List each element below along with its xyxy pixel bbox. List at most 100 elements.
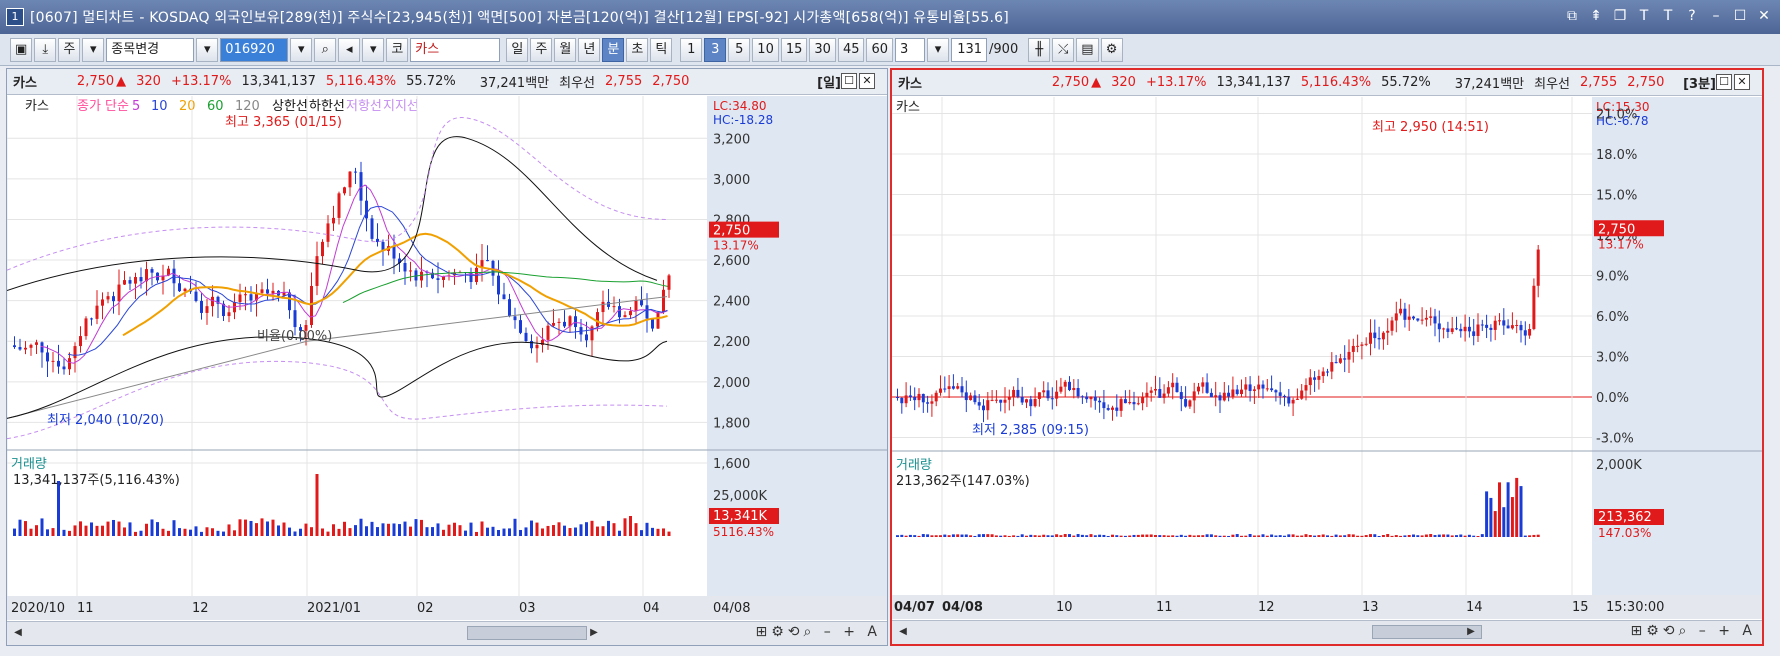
volume-bar [969, 535, 973, 537]
text-size-icon[interactable]: T [1634, 6, 1654, 26]
volume-bar [1205, 534, 1209, 537]
candle-body [18, 347, 22, 350]
stock-change-dropdown-icon[interactable]: ▾ [196, 37, 219, 62]
search-icon[interactable]: ⌕ [314, 37, 337, 62]
interval-tab-3[interactable]: 10 [752, 37, 779, 62]
close-icon[interactable]: ✕ [1754, 6, 1774, 26]
volume-bar [200, 531, 203, 536]
stock-code-input[interactable]: 016920 [220, 37, 289, 62]
volume-bar [1300, 535, 1304, 537]
maximize-panel-icon[interactable]: ☐ [1716, 74, 1732, 90]
candle-body [629, 311, 632, 316]
chart-type-icon[interactable]: ╫ [1028, 37, 1051, 62]
volume-bar [1115, 535, 1119, 537]
interval-tab-0[interactable]: 1 [680, 37, 703, 62]
volume-title: 거래량 [896, 458, 932, 473]
period-tab-0[interactable]: 일 [506, 37, 529, 62]
period-tab-2[interactable]: 월 [554, 37, 577, 62]
volume-bar [1154, 535, 1157, 537]
minute-scrollbar[interactable]: ◀ ▶ ⊞⚙⟲⌕ – + A [892, 620, 1762, 644]
candle-body [134, 277, 137, 284]
period-tab-3[interactable]: 년 [578, 37, 601, 62]
interval-tab-4[interactable]: 15 [780, 37, 808, 62]
tools-icon[interactable]: ⤯ [1052, 37, 1075, 62]
volume-bar [1381, 534, 1385, 537]
market-dropdown-icon[interactable]: ▾ [82, 37, 105, 62]
candle-body [1218, 395, 1222, 401]
save-icon[interactable]: ▤ [1076, 37, 1099, 62]
layout-icon[interactable]: ▣ [10, 37, 33, 62]
period-tab-4[interactable]: 분 [602, 37, 625, 62]
period-tab-5[interactable]: 초 [626, 37, 649, 62]
link-icon[interactable]: ⧉ [1562, 6, 1582, 26]
daily-chart-canvas[interactable]: 카스 종가 단순 5 10 20 60 120 상한선 하한선 저항선 지지선 LC:34.80HC:… [7, 96, 887, 622]
scroll-right-icon[interactable]: ▶ [587, 626, 601, 640]
interval-input[interactable]: 3 [895, 37, 926, 62]
market-select[interactable]: 주 [58, 37, 81, 62]
next-stock-icon[interactable]: ▾ [362, 37, 385, 62]
interval-dropdown-icon[interactable]: ▾ [927, 37, 950, 62]
volume-bar [1278, 535, 1282, 537]
stock-name-field[interactable]: 카스 [410, 37, 501, 62]
candle-body [917, 393, 921, 401]
interval-tab-2[interactable]: 5 [728, 37, 751, 62]
scroll-left-icon[interactable]: ◀ [896, 625, 910, 639]
prev-stock-icon[interactable]: ◂ [338, 37, 361, 62]
candle-body [321, 241, 324, 257]
candle-body [315, 256, 319, 286]
cascade-icon[interactable]: ❐ [1610, 6, 1630, 26]
candle-body [1394, 313, 1398, 321]
count-input[interactable]: 131 [951, 37, 988, 62]
volume-bar [618, 530, 621, 536]
scroll-left-icon[interactable]: ◀ [11, 626, 25, 640]
text-icon[interactable]: T [1658, 6, 1678, 26]
stock-change-select[interactable]: 종목변경 [106, 37, 195, 62]
volume-bar [982, 534, 985, 537]
scroll-right-icon[interactable]: ▶ [1464, 625, 1478, 639]
legend-tag: 카스 [896, 100, 920, 115]
candle-body [1403, 308, 1407, 320]
period-tab-1[interactable]: 주 [530, 37, 553, 62]
candle-body [46, 352, 49, 362]
chart-tools[interactable]: ⊞⚙⟲⌕ – + A [1630, 623, 1756, 639]
period-label[interactable]: [일] [817, 72, 841, 91]
chart-tools[interactable]: ⊞⚙⟲⌕ – + A [755, 624, 881, 640]
candle-body [552, 322, 555, 326]
period-label[interactable]: [3분] [1683, 73, 1716, 92]
close-panel-icon[interactable]: ✕ [859, 73, 875, 89]
candle-body [1016, 389, 1020, 397]
price-change: 320 [136, 74, 161, 89]
maximize-panel-icon[interactable]: ☐ [841, 73, 857, 89]
volume-bar [1338, 535, 1342, 537]
candle-body [310, 285, 313, 326]
candle-body [497, 275, 500, 295]
code-dropdown-icon[interactable]: ▾ [290, 37, 313, 62]
volume-bar [409, 526, 412, 536]
volume-bar [1222, 535, 1226, 537]
pin-icon[interactable]: ⇞ [1586, 6, 1606, 26]
close-panel-icon[interactable]: ✕ [1734, 74, 1750, 90]
candle-body [634, 300, 638, 312]
period-tab-6[interactable]: 틱 [650, 37, 673, 62]
candle-body [1162, 393, 1166, 398]
candle-body [178, 283, 181, 292]
candle-body [921, 393, 925, 403]
minimize-icon[interactable]: – [1706, 6, 1726, 26]
help-icon[interactable]: ? [1682, 6, 1702, 26]
volume-bar [244, 519, 247, 536]
candle-body [1205, 382, 1209, 393]
interval-tab-7[interactable]: 60 [866, 37, 894, 62]
maximize-icon[interactable]: ☐ [1730, 6, 1750, 26]
interval-tab-5[interactable]: 30 [809, 37, 836, 62]
download-icon[interactable]: ⤓ [34, 37, 57, 62]
interval-tab-1[interactable]: 3 [704, 37, 727, 62]
volume-marker-label: 13,341K [713, 509, 767, 524]
daily-scrollbar[interactable]: ◀ ▶ ⊞⚙⟲⌕ – + A [7, 621, 887, 645]
y-tick: 18.0% [1596, 148, 1637, 163]
minute-chart-canvas[interactable]: 카스 LC:15.30HC:-6.7821.0%18.0%15.0%12.0%9.… [892, 97, 1762, 621]
interval-tab-6[interactable]: 45 [837, 37, 865, 62]
kor-button[interactable]: 코 [386, 37, 409, 62]
scroll-thumb[interactable] [467, 626, 587, 640]
settings-icon[interactable]: ⚙ [1100, 37, 1123, 62]
volume-bar [1317, 535, 1321, 537]
